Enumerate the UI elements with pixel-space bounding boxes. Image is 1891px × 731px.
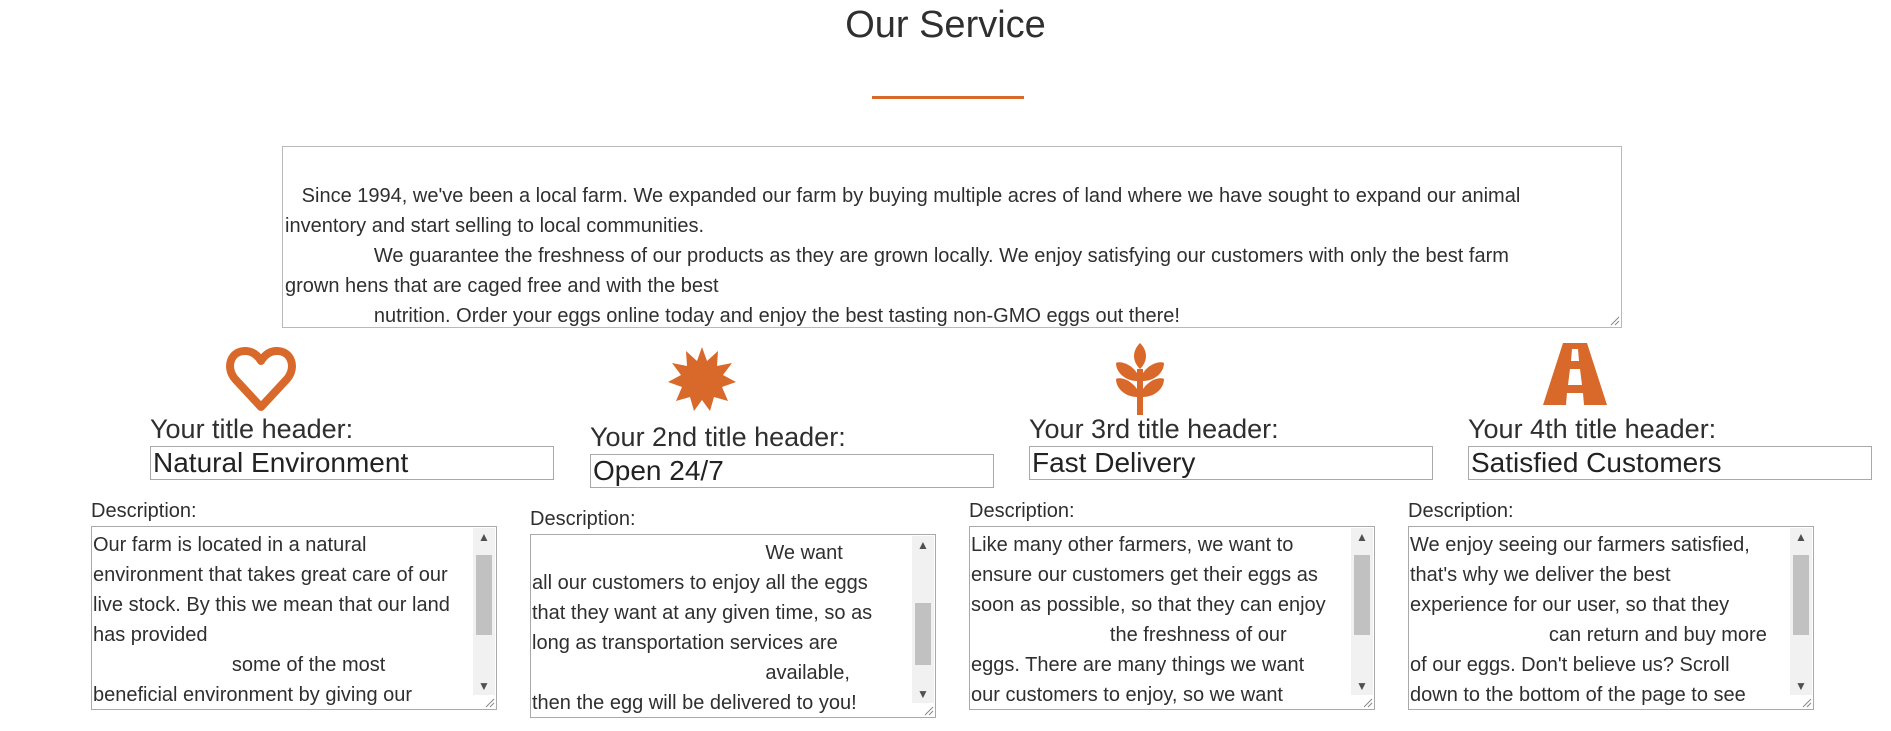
intro-text: Since 1994, we've been a local farm. We …: [285, 185, 1521, 327]
scrollbar-thumb[interactable]: [915, 603, 931, 665]
description-text: We enjoy seeing our farmers satisfied, t…: [1410, 534, 1767, 706]
title-header-label: Your 2nd title header:: [590, 422, 846, 452]
resize-grip-icon[interactable]: [484, 697, 495, 708]
resize-grip-icon[interactable]: [1362, 697, 1373, 708]
title-underline: [872, 96, 1024, 99]
resize-grip-icon[interactable]: [1801, 697, 1812, 708]
description-label: Description:: [530, 508, 636, 530]
scroll-up-arrow-icon[interactable]: ▲: [1790, 528, 1812, 546]
title-header-input[interactable]: Open 24/7: [590, 454, 994, 488]
scrollbar-thumb[interactable]: [476, 555, 492, 635]
scroll-down-arrow-icon[interactable]: ▼: [1351, 677, 1373, 695]
title-header-input[interactable]: Fast Delivery: [1029, 446, 1433, 480]
section-title: Our Service: [845, 4, 1046, 46]
wheat-icon: [1116, 343, 1164, 415]
description-textarea[interactable]: We want all our customers to enjoy all t…: [530, 534, 936, 718]
description-textarea[interactable]: We enjoy seeing our farmers satisfied, t…: [1408, 526, 1814, 710]
description-label: Description:: [91, 500, 197, 522]
sun-burst-icon: [668, 347, 736, 411]
scrollbar-thumb[interactable]: [1793, 555, 1809, 635]
scrollbar[interactable]: ▲ ▼: [1790, 528, 1812, 695]
scrollbar[interactable]: ▲ ▼: [912, 536, 934, 703]
description-text: Like many other farmers, we want to ensu…: [971, 534, 1326, 706]
intro-textarea[interactable]: Since 1994, we've been a local farm. We …: [282, 146, 1622, 328]
description-textarea[interactable]: Our farm is located in a natural environ…: [91, 526, 497, 710]
scroll-up-arrow-icon[interactable]: ▲: [473, 528, 495, 546]
title-header-input[interactable]: Natural Environment: [150, 446, 554, 480]
description-text: We want all our customers to enjoy all t…: [532, 542, 873, 714]
description-textarea[interactable]: Like many other farmers, we want to ensu…: [969, 526, 1375, 710]
resize-grip-icon[interactable]: [923, 705, 934, 716]
scroll-down-arrow-icon[interactable]: ▼: [473, 677, 495, 695]
title-header-label: Your 3rd title header:: [1029, 414, 1279, 444]
title-header-label: Your title header:: [150, 414, 354, 444]
description-label: Description:: [969, 500, 1075, 522]
scroll-up-arrow-icon[interactable]: ▲: [1351, 528, 1373, 546]
heart-icon: [226, 347, 296, 411]
road-icon: [1543, 343, 1607, 405]
description-text: Our farm is located in a natural environ…: [93, 534, 450, 706]
scrollbar[interactable]: ▲ ▼: [1351, 528, 1373, 695]
scroll-up-arrow-icon[interactable]: ▲: [912, 536, 934, 554]
scroll-down-arrow-icon[interactable]: ▼: [912, 685, 934, 703]
title-header-input[interactable]: Satisfied Customers: [1468, 446, 1872, 480]
title-header-label: Your 4th title header:: [1468, 414, 1717, 444]
scrollbar[interactable]: ▲ ▼: [473, 528, 495, 695]
scrollbar-thumb[interactable]: [1354, 555, 1370, 635]
description-label: Description:: [1408, 500, 1514, 522]
scroll-down-arrow-icon[interactable]: ▼: [1790, 677, 1812, 695]
resize-grip-icon[interactable]: [1609, 315, 1620, 326]
